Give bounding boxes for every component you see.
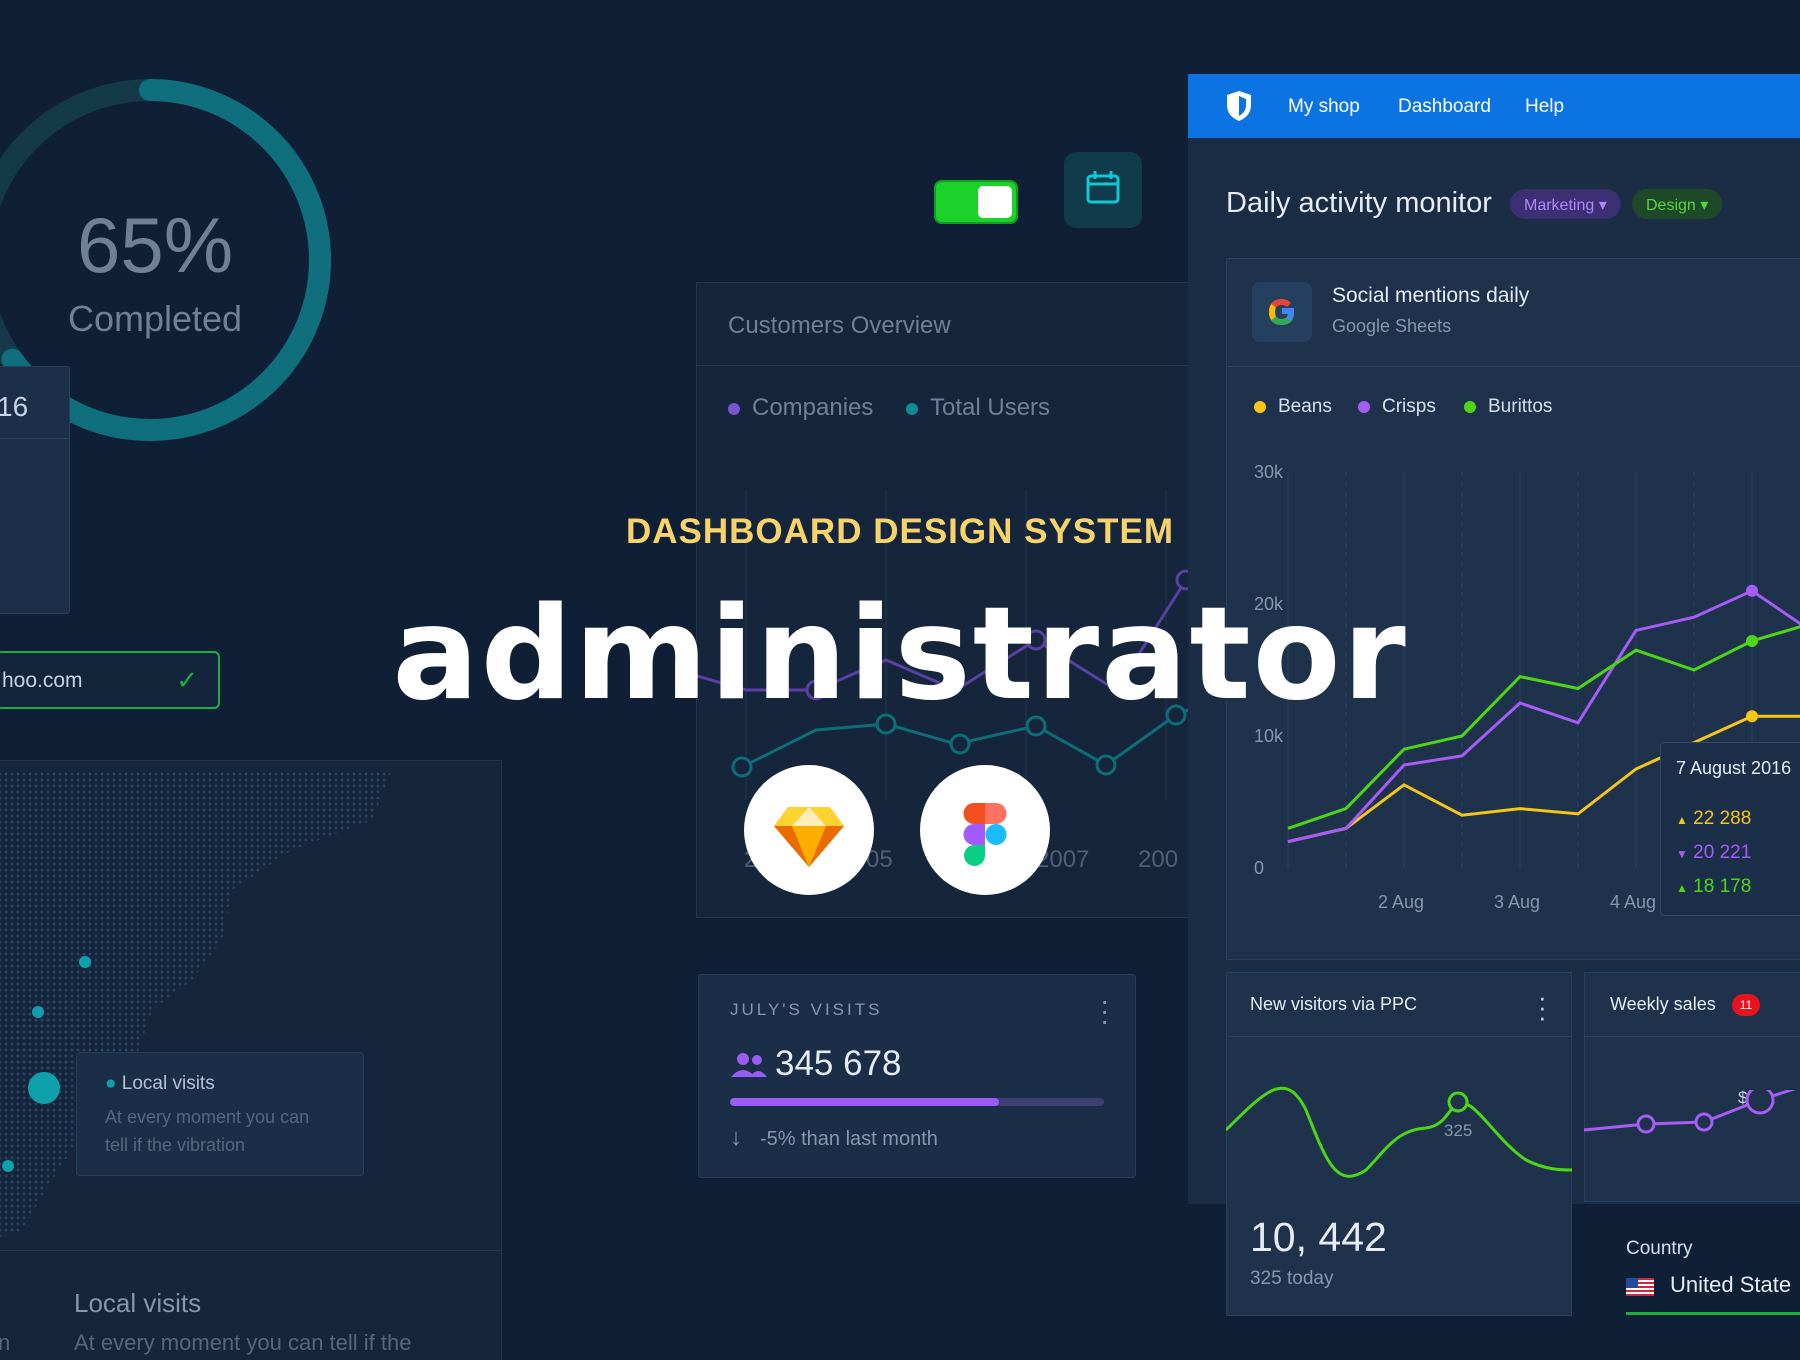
tooltip-row-crisps: ▼ 20 221: [1676, 842, 1752, 863]
calendar-button[interactable]: [1064, 152, 1142, 228]
july-visits-progress-fill: [730, 1098, 1000, 1106]
left-stat-card: 16: [0, 366, 70, 614]
card-divider: [1226, 366, 1800, 367]
legend-beans: Beans: [1254, 396, 1332, 418]
legend-beans-dot: [1254, 400, 1266, 413]
sketch-app-badge: [744, 765, 874, 895]
july-visits-progress: [730, 1098, 1104, 1106]
more-options-icon[interactable]: · · ·: [1538, 984, 1547, 1030]
toggle-knob: [978, 186, 1012, 218]
users-icon: [731, 1053, 767, 1077]
location-pin-icon: ●: [105, 1073, 117, 1094]
nav-help[interactable]: Help: [1525, 96, 1564, 118]
tag-design[interactable]: Design ▾: [1632, 189, 1723, 219]
map-tooltip-title: Local visits: [121, 1073, 215, 1094]
hero-title: administrator: [392, 580, 1408, 729]
legend-crisps: Crisps: [1358, 396, 1436, 418]
card-divider: [1226, 1036, 1572, 1037]
tooltip-row-beans: ▲ 22 288: [1676, 808, 1752, 829]
legend-companies: Companies: [728, 394, 873, 422]
social-source: Google Sheets: [1332, 316, 1452, 336]
july-visits-value: 345 678: [775, 1044, 902, 1083]
local-visits-title: Local visits: [74, 1288, 202, 1318]
legend-crisps-dot: [1358, 400, 1370, 413]
legend-total-users: Total Users: [906, 394, 1050, 422]
local-visits-left-fragment: n: [0, 1330, 11, 1355]
google-icon: [1252, 282, 1312, 342]
country-select[interactable]: United State: [1670, 1272, 1791, 1298]
hero-subtitle: DASHBOARD DESIGN SYSTEM: [625, 512, 1175, 551]
card-divider: [1584, 1036, 1800, 1037]
shield-icon[interactable]: [1226, 90, 1252, 122]
local-visits-desc: At every moment you can tell if the: [74, 1330, 412, 1355]
map-tooltip: ● Local visits At every moment you can te…: [76, 1052, 364, 1176]
social-title: Social mentions daily: [1332, 284, 1530, 307]
us-flag-icon: [1626, 1278, 1654, 1296]
ppc-title: New visitors via PPC: [1250, 994, 1418, 1014]
tooltip-row-burittos: ▲ 18 178: [1676, 876, 1752, 897]
arrow-down-icon: ↓: [730, 1124, 742, 1151]
legend-companies-dot: [728, 402, 740, 415]
arrow-down-icon: ▼: [1676, 847, 1688, 861]
chevron-down-icon: ▾: [1700, 197, 1709, 214]
y-tick-label: 0: [1254, 858, 1264, 878]
calendar-icon: [1086, 171, 1120, 204]
july-visits-label: JULY'S VISITS: [730, 1000, 883, 1019]
map-tooltip-desc: At every moment you can tell if the vibra…: [105, 1107, 310, 1155]
weekly-sales-sparkline: [1584, 1090, 1796, 1134]
ppc-value: 10, 442: [1250, 1214, 1387, 1260]
july-visits-change: -5% than last month: [760, 1128, 938, 1150]
ppc-point-label: 325: [1444, 1121, 1472, 1140]
legend-total-users-dot: [906, 402, 918, 415]
legend-burittos: Burittos: [1464, 396, 1552, 418]
figma-icon: [963, 803, 1007, 866]
tooltip-date: 7 August 2016: [1676, 758, 1792, 778]
map-divider: [0, 1250, 502, 1251]
ppc-sparkline: 325: [1226, 1086, 1572, 1178]
x-tick-label: 3 Aug: [1494, 892, 1540, 912]
arrow-up-icon: ▲: [1676, 813, 1688, 827]
progress-label: Completed: [67, 298, 243, 339]
customers-overview-title: Customers Overview: [728, 312, 951, 339]
figma-app-badge: [920, 765, 1050, 895]
y-tick-label: 30k: [1254, 462, 1284, 482]
chevron-down-icon: ▾: [1598, 197, 1607, 214]
country-label: Country: [1626, 1238, 1693, 1259]
notification-badge: 11: [1732, 994, 1760, 1016]
y-tick-label: 10k: [1254, 726, 1284, 746]
country-underline: [1626, 1312, 1800, 1315]
nav-my-shop[interactable]: My shop: [1288, 96, 1360, 118]
page-title: Daily activity monitor: [1226, 187, 1492, 219]
sketch-icon: [774, 807, 844, 867]
legend-burittos-dot: [1464, 400, 1476, 413]
arrow-up-icon: ▲: [1676, 881, 1688, 895]
ppc-subtext: 325 today: [1250, 1268, 1334, 1289]
year-label: 200: [1138, 846, 1179, 873]
progress-percent: 65%: [76, 201, 234, 289]
top-navbar: My shop Dashboard Help: [1188, 74, 1800, 138]
world-map: [0, 770, 392, 1238]
toggle-switch[interactable]: [934, 180, 1018, 224]
left-stat-value: 16: [0, 367, 69, 439]
tag-marketing[interactable]: Marketing ▾: [1510, 189, 1621, 219]
more-options-icon[interactable]: · · ·: [1100, 987, 1109, 1035]
weekly-sales-title: Weekly sales: [1610, 994, 1716, 1014]
nav-dashboard[interactable]: Dashboard: [1398, 96, 1491, 118]
x-tick-label: 2 Aug: [1378, 892, 1424, 912]
x-tick-label: 4 Aug: [1610, 892, 1656, 912]
